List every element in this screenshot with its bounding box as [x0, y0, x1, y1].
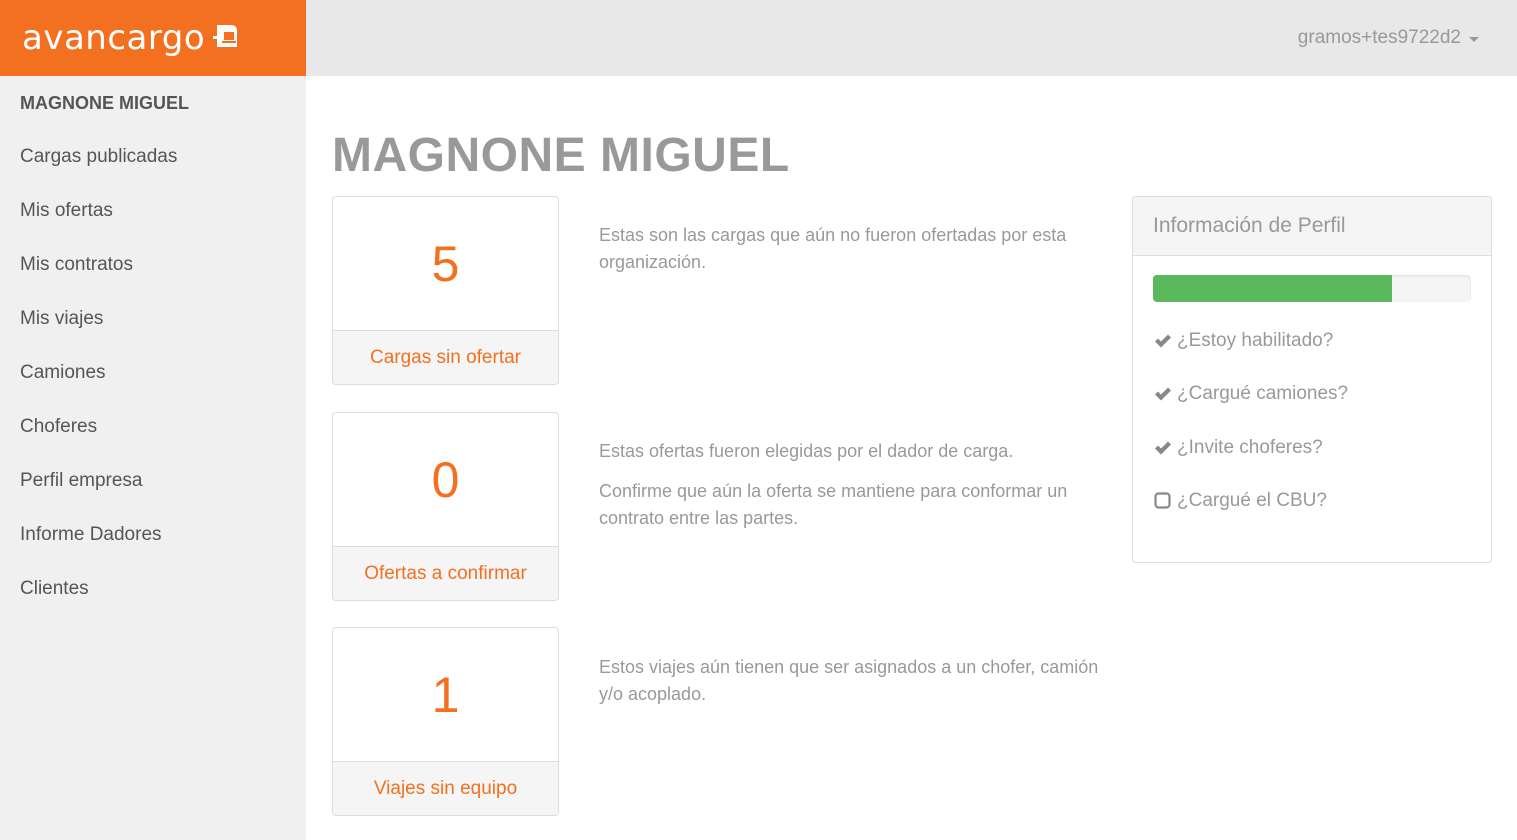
user-name: gramos+tes9722d2: [1297, 27, 1461, 48]
check-icon: [1153, 331, 1173, 351]
sidebar-item-cargas-publicadas[interactable]: Cargas publicadas: [0, 130, 306, 184]
empty-checkbox-icon: [1153, 491, 1173, 511]
brand-logo[interactable]: avancargo: [0, 0, 306, 76]
top-bar: gramos+tes9722d2: [306, 0, 1517, 76]
description-text: Confirme que aún la oferta se mantiene p…: [599, 481, 1068, 528]
sidebar-item-informe-dadores[interactable]: Informe Dadores: [0, 508, 306, 562]
stat-link-cargas-sin-ofertar[interactable]: Cargas sin ofertar: [333, 330, 558, 384]
brand-name: avancargo: [22, 18, 206, 58]
stat-description: Estos viajes aún tienen que ser asignado…: [599, 654, 1099, 708]
checklist-item[interactable]: ¿Invite choferes?: [1153, 437, 1323, 459]
stat-value: 1: [431, 666, 460, 723]
sidebar-item-mis-contratos[interactable]: Mis contratos: [0, 238, 306, 292]
description-text: Estas ofertas fueron elegidas por el dad…: [599, 441, 1014, 461]
stat-value: 0: [431, 451, 460, 508]
checklist-item[interactable]: ¿Cargué camiones?: [1153, 383, 1348, 405]
sidebar-item-mis-viajes[interactable]: Mis viajes: [0, 292, 306, 346]
stat-description: Estas ofertas fueron elegidas por el dad…: [599, 438, 1099, 532]
checklist-item[interactable]: ¿Cargué el CBU?: [1153, 490, 1327, 512]
page-title: MAGNONE MIGUEL: [332, 129, 790, 182]
progress-fill: [1153, 275, 1392, 302]
checklist-label: ¿Estoy habilitado?: [1177, 330, 1334, 351]
sidebar-item-perfil-empresa[interactable]: Perfil empresa: [0, 454, 306, 508]
stat-card-ofertas-a-confirmar: 0 Ofertas a confirmar: [332, 412, 559, 601]
stat-link-ofertas-a-confirmar[interactable]: Ofertas a confirmar: [333, 546, 558, 600]
checklist-label: ¿Cargué camiones?: [1177, 383, 1349, 404]
check-icon: [1153, 384, 1173, 404]
description-text: Estos viajes aún tienen que ser asignado…: [599, 657, 1099, 704]
checklist-label: ¿Cargué el CBU?: [1177, 490, 1327, 511]
checklist-label: ¿Invite choferes?: [1177, 437, 1323, 458]
sidebar-item-clientes[interactable]: Clientes: [0, 562, 306, 616]
stat-card-viajes-sin-equipo: 1 Viajes sin equipo: [332, 627, 559, 816]
user-menu[interactable]: gramos+tes9722d2: [1298, 27, 1479, 49]
sidebar-title[interactable]: MAGNONE MIGUEL: [0, 76, 306, 130]
sidebar-item-camiones[interactable]: Camiones: [0, 346, 306, 400]
checklist-item[interactable]: ¿Estoy habilitado?: [1153, 330, 1333, 352]
stat-value: 5: [431, 235, 460, 292]
stat-link-viajes-sin-equipo[interactable]: Viajes sin equipo: [333, 761, 558, 815]
caret-down-icon: [1469, 36, 1479, 42]
truck-logo-icon: [211, 23, 239, 53]
check-icon: [1153, 438, 1173, 458]
profile-info-panel: Información de Perfil ¿Estoy habilitado?…: [1132, 196, 1492, 563]
stat-description: Estas son las cargas que aún no fueron o…: [599, 222, 1099, 276]
sidebar: MAGNONE MIGUEL Cargas publicadas Mis ofe…: [0, 76, 306, 840]
sidebar-item-choferes[interactable]: Choferes: [0, 400, 306, 454]
stat-card-cargas-sin-ofertar: 5 Cargas sin ofertar: [332, 196, 559, 385]
panel-title: Información de Perfil: [1133, 197, 1491, 256]
profile-progress-bar: [1153, 275, 1471, 302]
description-text: Estas son las cargas que aún no fueron o…: [599, 225, 1067, 272]
sidebar-item-mis-ofertas[interactable]: Mis ofertas: [0, 184, 306, 238]
